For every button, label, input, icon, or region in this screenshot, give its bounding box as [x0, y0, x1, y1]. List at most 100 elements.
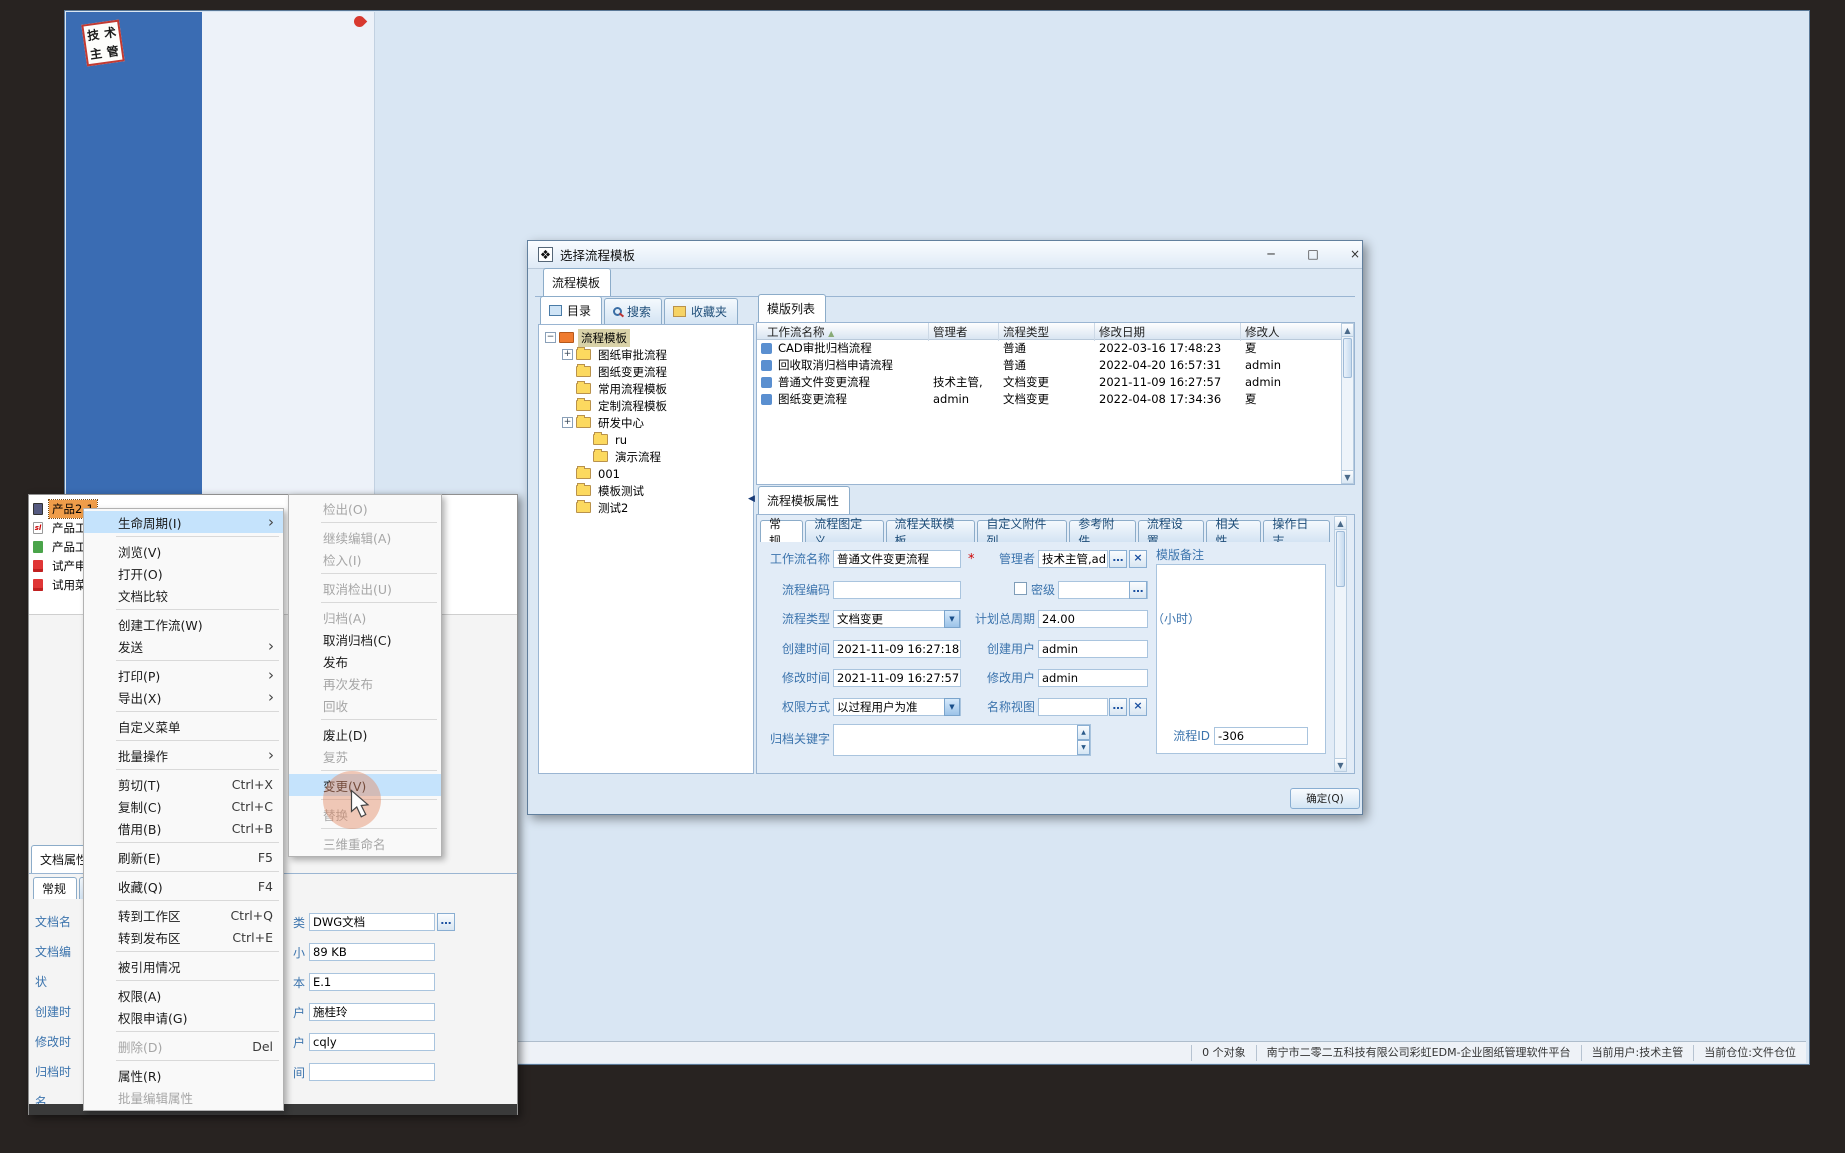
- nameview-picker-button[interactable]: …: [1109, 698, 1127, 716]
- template-list-tab[interactable]: 模版列表: [758, 294, 826, 322]
- secret-checkbox[interactable]: [1014, 582, 1027, 595]
- menu-item[interactable]: 批量编辑属性: [84, 1086, 283, 1108]
- submenu-item[interactable]: [289, 599, 441, 606]
- menu-item[interactable]: [84, 657, 283, 664]
- dialog-maximize-button[interactable]: □: [1301, 246, 1325, 264]
- menu-item[interactable]: [84, 948, 283, 955]
- menu-item[interactable]: 刷新(E) F5: [84, 846, 283, 868]
- menu-item[interactable]: 导出(X): [84, 686, 283, 708]
- template-list-header[interactable]: 工作流名称 ▲ 管理者 流程类型 修改日期 修改人: [757, 323, 1354, 340]
- dialog-close-button[interactable]: ×: [1343, 246, 1367, 264]
- submenu-item[interactable]: [289, 519, 441, 526]
- nameview-field[interactable]: [1038, 698, 1108, 716]
- submenu-item[interactable]: 归档(A): [289, 606, 441, 628]
- menu-item[interactable]: 权限(A): [84, 984, 283, 1006]
- template-row[interactable]: CAD审批归档流程 普通 2022-03-16 17:48:23 夏: [757, 340, 1354, 357]
- menu-item[interactable]: 借用(B) Ctrl+B: [84, 817, 283, 839]
- col-modifier[interactable]: 修改人: [1241, 323, 1354, 341]
- menu-item[interactable]: 创建工作流(W): [84, 613, 283, 635]
- props-inner-tab[interactable]: 流程图定义: [805, 520, 883, 542]
- submenu-item[interactable]: 取消归档(C): [289, 628, 441, 650]
- props-inner-tab[interactable]: 常规: [760, 520, 803, 542]
- menu-item[interactable]: 浏览(V): [84, 540, 283, 562]
- col-flowtype[interactable]: 流程类型: [999, 323, 1095, 341]
- submenu-item[interactable]: 检出(O): [289, 497, 441, 519]
- ok-button[interactable]: 确定(Q): [1290, 788, 1360, 809]
- menu-item[interactable]: 删除(D) Del: [84, 1035, 283, 1057]
- doc-general-tab[interactable]: 常规: [33, 877, 77, 899]
- dialog-titlebar[interactable]: ❖ 选择流程模板: [528, 241, 1362, 269]
- menu-item[interactable]: 权限申请(G): [84, 1006, 283, 1028]
- workflow-name-field[interactable]: 普通文件变更流程: [833, 550, 961, 568]
- dialog-panel-tab[interactable]: 搜索: [604, 298, 662, 324]
- props-scrollbar[interactable]: ▲▼: [1334, 516, 1347, 772]
- menu-item[interactable]: [84, 708, 283, 715]
- menu-item[interactable]: 自定义菜单: [84, 715, 283, 737]
- dialog-tree-item[interactable]: 模板测试: [541, 482, 751, 499]
- menu-item[interactable]: [84, 1057, 283, 1064]
- props-tab[interactable]: 流程模板属性: [758, 486, 850, 514]
- flow-code-field[interactable]: [833, 581, 961, 599]
- dialog-tree-expander[interactable]: [545, 332, 556, 343]
- props-inner-tab[interactable]: 参考附件: [1069, 520, 1136, 542]
- props-inner-tab[interactable]: 自定义附件列: [977, 520, 1067, 542]
- dialog-tree-item[interactable]: 演示流程: [541, 448, 751, 465]
- menu-item[interactable]: [84, 606, 283, 613]
- manager-clear-button[interactable]: ×: [1129, 550, 1147, 568]
- template-row[interactable]: 回收取消归档申请流程 普通 2022-04-20 16:57:31 admin: [757, 357, 1354, 374]
- submenu-item[interactable]: 继续编辑(A): [289, 526, 441, 548]
- created-field[interactable]: 2021-11-09 16:27:18: [833, 640, 961, 658]
- submenu-item[interactable]: 废止(D): [289, 723, 441, 745]
- submenu-item[interactable]: 取消检出(U): [289, 577, 441, 599]
- menu-item[interactable]: [84, 766, 283, 773]
- menu-item[interactable]: 属性(R): [84, 1064, 283, 1086]
- dialog-tree-item[interactable]: 研发中心: [541, 414, 751, 431]
- menu-item[interactable]: [84, 868, 283, 875]
- menu-item[interactable]: [84, 897, 283, 904]
- menu-item[interactable]: 复制(C) Ctrl+C: [84, 795, 283, 817]
- dialog-panel-tab[interactable]: 收藏夹: [664, 298, 738, 324]
- template-list-scrollbar[interactable]: ▲▼: [1341, 323, 1354, 484]
- menu-item[interactable]: [84, 737, 283, 744]
- dialog-panel-tab[interactable]: 目录: [540, 296, 602, 324]
- menu-item[interactable]: 被引用情况: [84, 955, 283, 977]
- cycle-field[interactable]: 24.00: [1038, 610, 1148, 628]
- template-row[interactable]: 图纸变更流程 admin 文档变更 2022-04-08 17:34:36 夏: [757, 391, 1354, 408]
- doc-prop-value[interactable]: cqly: [309, 1033, 435, 1051]
- menu-item[interactable]: 收藏(Q) F4: [84, 875, 283, 897]
- dialog-tree-item[interactable]: 常用流程模板: [541, 380, 751, 397]
- submenu-item[interactable]: 复苏: [289, 745, 441, 767]
- doc-prop-value[interactable]: DWG文档: [309, 913, 435, 931]
- dialog-tree-item[interactable]: 001: [541, 465, 751, 482]
- menu-item[interactable]: 批量操作: [84, 744, 283, 766]
- doc-prop-picker[interactable]: …: [437, 913, 455, 931]
- submenu-item[interactable]: 三维重命名: [289, 832, 441, 854]
- doc-prop-value[interactable]: [309, 1063, 435, 1081]
- menu-item[interactable]: 文档比较: [84, 584, 283, 606]
- menu-item[interactable]: 发送: [84, 635, 283, 657]
- props-inner-tab[interactable]: 操作日志: [1263, 520, 1330, 542]
- modified-field[interactable]: 2021-11-09 16:27:57: [833, 669, 961, 687]
- dialog-tree-item[interactable]: 流程模板: [541, 329, 751, 346]
- submenu-item[interactable]: 再次发布: [289, 672, 441, 694]
- template-row[interactable]: 普通文件变更流程 技术主管, 文档变更 2021-11-09 16:27:57 …: [757, 374, 1354, 391]
- menu-item[interactable]: 生命周期(I): [84, 511, 283, 533]
- manager-field[interactable]: 技术主管,admin: [1038, 550, 1108, 568]
- submenu-item[interactable]: [289, 825, 441, 832]
- submenu-item[interactable]: 发布: [289, 650, 441, 672]
- dialog-tree-item[interactable]: 图纸变更流程: [541, 363, 751, 380]
- secret-picker-button[interactable]: …: [1129, 581, 1147, 599]
- menu-item[interactable]: 转到发布区 Ctrl+E: [84, 926, 283, 948]
- menu-item[interactable]: [84, 1028, 283, 1035]
- props-inner-tab[interactable]: 流程关联模板: [886, 520, 976, 542]
- dialog-tree-expander[interactable]: [562, 417, 573, 428]
- flow-id-field[interactable]: -306: [1214, 727, 1308, 745]
- dialog-tree-item[interactable]: 测试2: [541, 499, 751, 516]
- perm-select[interactable]: 以过程用户为准: [833, 698, 961, 716]
- submenu-item[interactable]: [289, 570, 441, 577]
- menu-item[interactable]: 打印(P): [84, 664, 283, 686]
- menu-item[interactable]: 转到工作区 Ctrl+Q: [84, 904, 283, 926]
- dialog-main-tab[interactable]: 流程模板: [543, 268, 611, 296]
- keyword-spinner[interactable]: ▲▼: [1077, 725, 1090, 755]
- dialog-minimize-button[interactable]: ─: [1259, 246, 1283, 264]
